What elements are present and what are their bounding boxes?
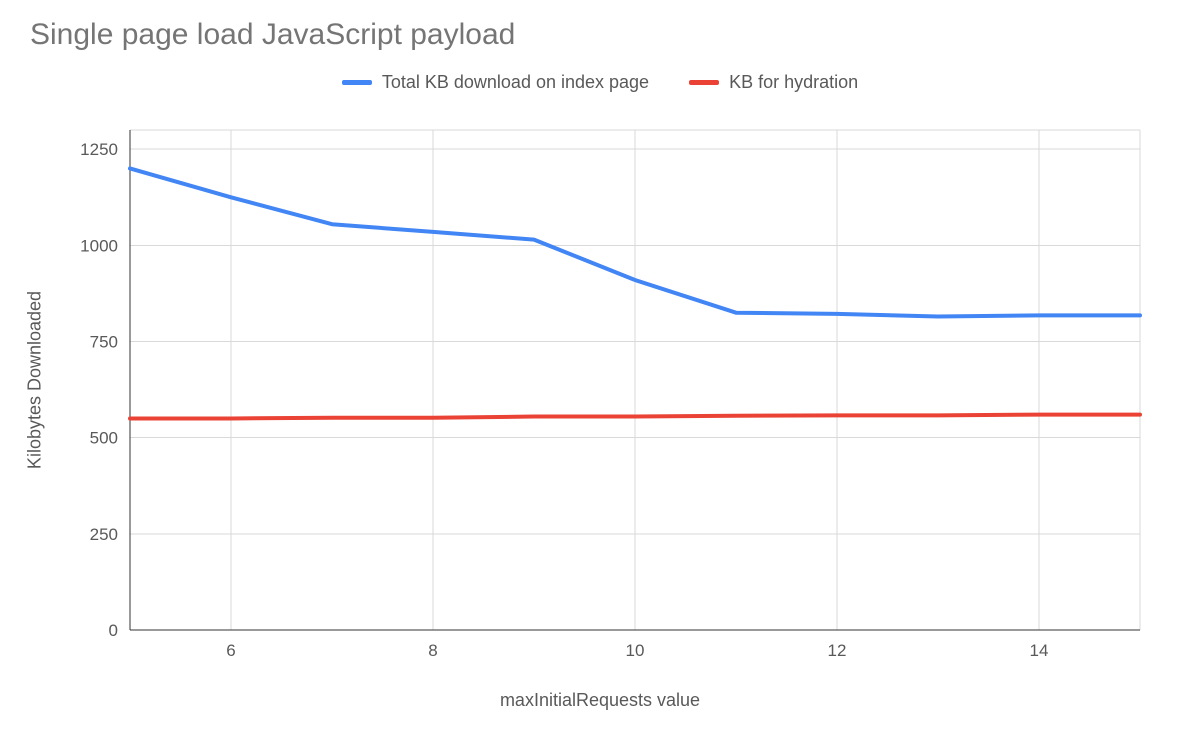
svg-text:1250: 1250	[80, 140, 118, 159]
svg-text:250: 250	[90, 525, 118, 544]
y-axis-label: Kilobytes Downloaded	[25, 291, 46, 469]
legend-item-total: Total KB download on index page	[342, 72, 649, 93]
chart-container: Single page load JavaScript payload Tota…	[0, 0, 1200, 742]
svg-text:8: 8	[428, 641, 437, 660]
chart-title: Single page load JavaScript payload	[30, 18, 515, 52]
plot-area: 02505007501000125068101214	[130, 130, 1140, 630]
svg-text:6: 6	[226, 641, 235, 660]
legend: Total KB download on index page KB for h…	[0, 72, 1200, 93]
chart-svg: 02505007501000125068101214	[130, 130, 1140, 630]
legend-item-hydration: KB for hydration	[689, 72, 858, 93]
legend-swatch-hydration	[689, 80, 719, 85]
svg-text:500: 500	[90, 429, 118, 448]
svg-text:1000: 1000	[80, 236, 118, 255]
legend-label-total: Total KB download on index page	[382, 72, 649, 93]
svg-text:750: 750	[90, 333, 118, 352]
svg-text:0: 0	[109, 621, 118, 640]
legend-label-hydration: KB for hydration	[729, 72, 858, 93]
svg-text:12: 12	[828, 641, 847, 660]
legend-swatch-total	[342, 80, 372, 85]
x-axis-label: maxInitialRequests value	[0, 690, 1200, 711]
svg-text:10: 10	[626, 641, 645, 660]
svg-text:14: 14	[1030, 641, 1049, 660]
